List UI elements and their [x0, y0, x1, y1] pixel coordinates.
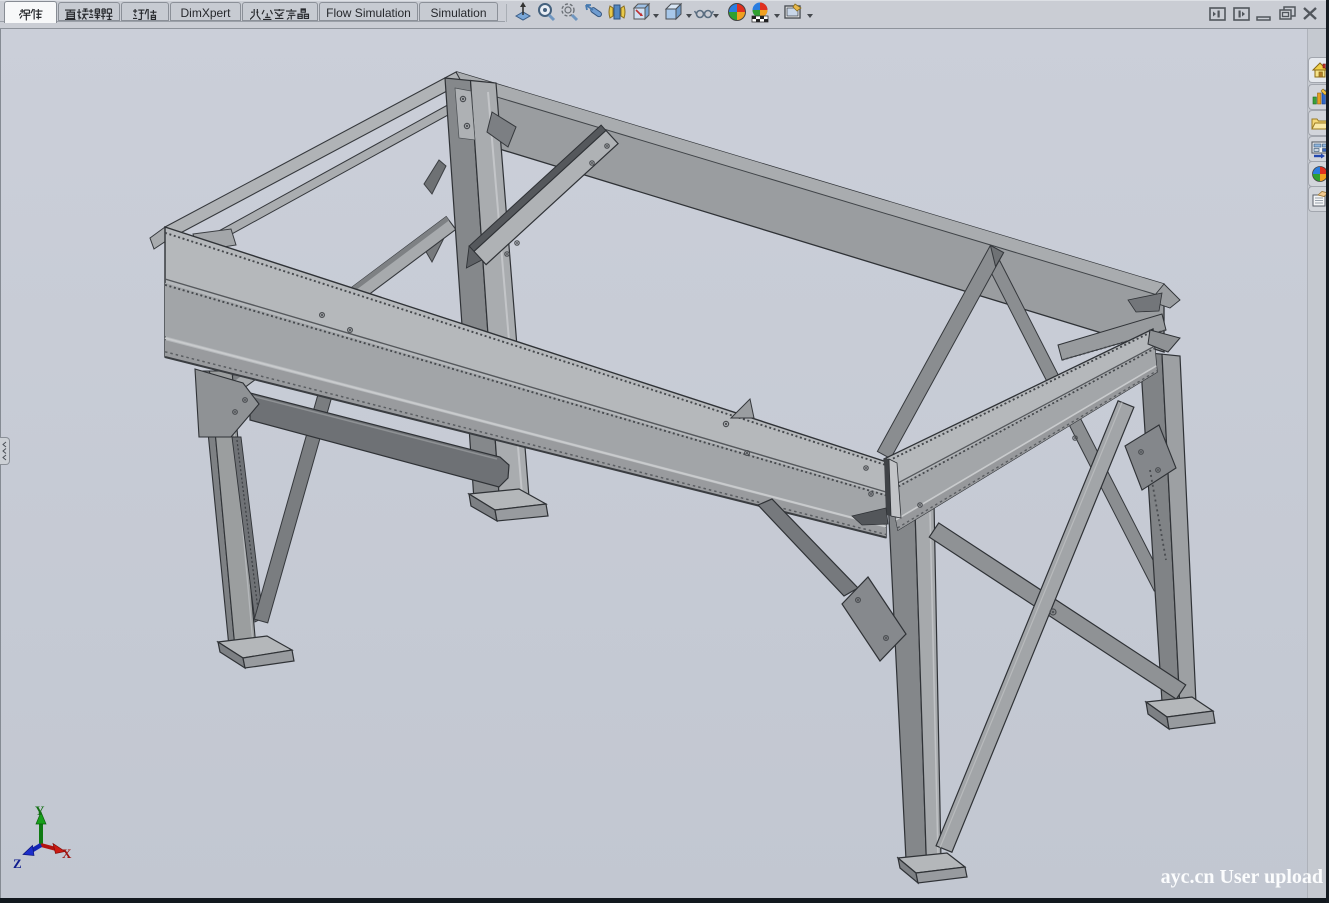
- svg-text:Z: Z: [13, 856, 22, 871]
- svg-text:X: X: [62, 846, 72, 861]
- svg-text:Y: Y: [35, 803, 45, 818]
